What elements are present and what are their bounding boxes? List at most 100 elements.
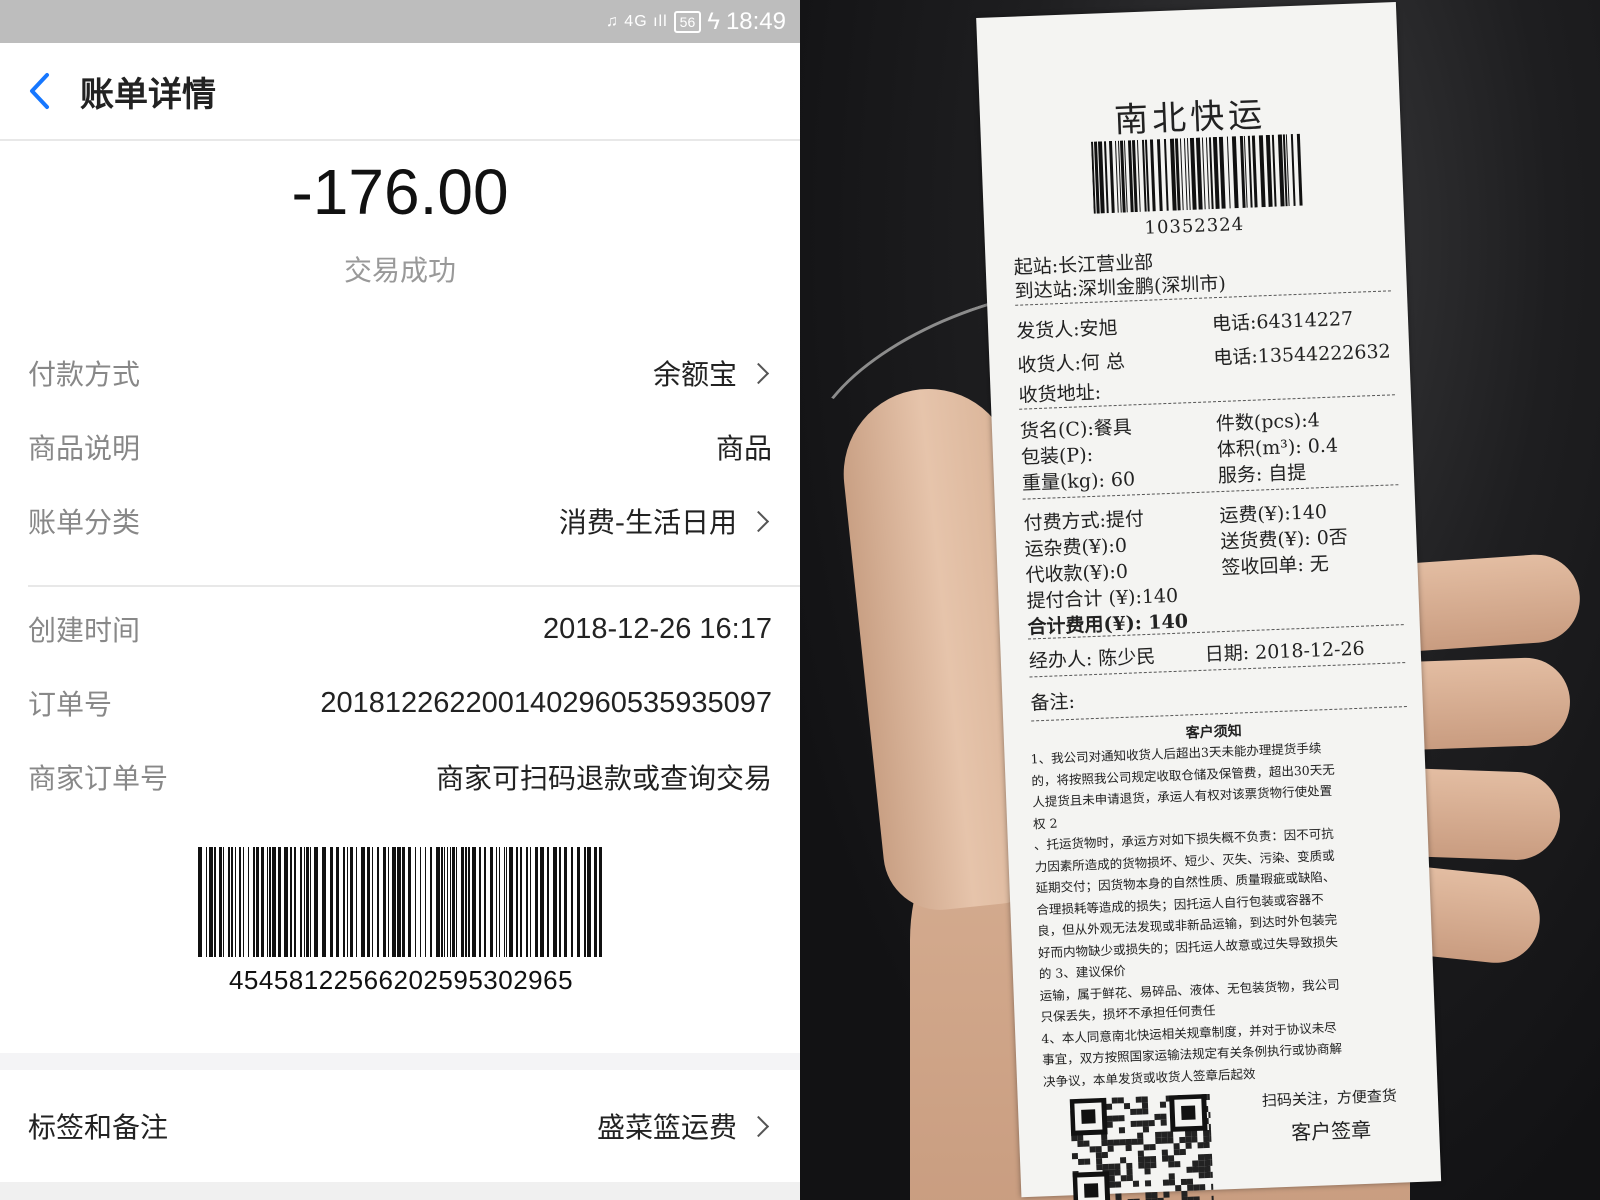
qr-module [1207,1093,1214,1100]
barcode-bar [559,847,561,957]
row-tags-notes[interactable]: 标签和备注 盛菜篮运费 [28,1104,772,1148]
qr-module [1204,1165,1211,1173]
qr-module [1168,1179,1176,1186]
qr-module [1137,1156,1145,1163]
back-button[interactable] [0,72,80,110]
barcode-bar [504,847,505,957]
qr-module [1187,1196,1194,1200]
qr-module [1144,1180,1152,1187]
barcode-bar [253,847,255,957]
barcode-bar [594,847,597,957]
barcode-bar [444,847,445,957]
qr-module [1108,1169,1115,1176]
customer-signature-label: 客户签章 [1290,1117,1372,1145]
qr-module [1203,1153,1211,1161]
qr-module [1144,1168,1151,1175]
barcode-bar [1226,136,1231,209]
qr-module [1159,1101,1167,1108]
qr-module [1136,1120,1143,1127]
qr-module [1209,1153,1214,1160]
row-payment-method[interactable]: 付款方式 余额宝 [28,351,772,395]
barcode-bar [314,847,318,957]
qr-module [1108,1181,1116,1188]
page-title: 账单详情 [80,74,216,115]
barcode-bar [1183,138,1188,211]
barcode-bar [415,847,416,957]
qr-module [1208,1111,1214,1118]
barcode-bar [1201,137,1206,210]
qr-module [1078,1158,1085,1165]
qr-module [1192,1166,1199,1173]
barcode-bar [425,847,426,957]
qr-module [1198,1172,1205,1179]
barcode-bar [436,847,440,957]
barcode-bar [468,847,470,957]
sender: 发货人:安旭 [1015,316,1118,343]
barcode-number: 4545812256620259530296​5 [228,965,574,995]
barcode-bar [336,847,339,957]
barcode-bar [228,847,230,957]
qr-module [1203,1129,1210,1137]
barcode-bar [540,847,544,957]
qr-module [1187,1184,1194,1191]
qr-finder-center [1083,1183,1099,1198]
trade-status: 交易成功 [343,254,456,287]
qr-module [1077,1134,1084,1142]
qr-module [1180,1178,1188,1186]
barcode-bar [450,847,451,957]
qr-module [1119,1139,1126,1146]
qr-module [1119,1157,1127,1164]
row-value: 消费-生活日用 [558,506,737,539]
qr-module [1197,1142,1204,1149]
qr-module [1181,1190,1188,1198]
barcode-bar [1271,134,1277,207]
qr-module [1138,1162,1145,1169]
amount: -176.00 [291,156,509,228]
battery-icon: 56 [673,10,702,33]
qr-module [1107,1145,1114,1152]
row-label: 标签和备注 [28,1111,169,1144]
barcode-bar [372,847,373,957]
qr-finder-center [1081,1109,1096,1124]
barcode-bar [547,847,549,957]
qr-module [1173,1143,1180,1150]
nav-bar: 账单详情 [0,43,800,141]
qr-module [1209,1129,1214,1136]
qr-module [1197,1154,1205,1161]
barcode-bar [1265,134,1273,207]
qr-module [1101,1139,1108,1147]
qr-module [1126,1162,1133,1170]
merchant-barcode[interactable] [198,847,604,957]
receipt-date: 日期: 2018-12-26 [1204,637,1366,666]
qr-module [1193,1196,1200,1200]
barcode-bar [206,847,207,957]
receiver-phone: 电话:13544222632 [1212,340,1392,370]
barcode-bar [284,847,288,957]
barcode-bar [490,847,493,957]
row-value: 商品 [715,432,772,465]
qr-module [1185,1130,1192,1137]
barcode-bar [535,847,538,957]
barcode-bar [456,847,457,957]
barcode-bar [479,847,481,957]
qr-module [1173,1149,1180,1156]
barcode-bar [377,847,379,957]
bill-detail-screen: ♫ 4G ıll 56 ϟ 18:49 账单详情 -176.00 交易成功 付款… [0,0,800,1200]
qr-module [1167,1155,1175,1162]
qr-module [1113,1139,1120,1146]
qr-module [1211,1183,1214,1190]
barcode-bar [520,847,522,957]
qr-module [1096,1164,1103,1171]
barcode-bar [1251,135,1258,208]
qr-module [1192,1160,1199,1167]
qr-module [1096,1158,1103,1165]
barcode-bar [397,847,401,957]
qr-module [1198,1166,1205,1173]
qr-module [1149,1155,1157,1163]
barcode-bar [1179,138,1184,211]
signal-icon: ♫ 4G ıll [605,12,668,30]
row-bill-category[interactable]: 账单分类 消费-生活日用 [28,499,772,543]
barcode-bar [1208,137,1214,210]
qr-module [1137,1132,1144,1139]
barcode-bar [509,847,513,957]
